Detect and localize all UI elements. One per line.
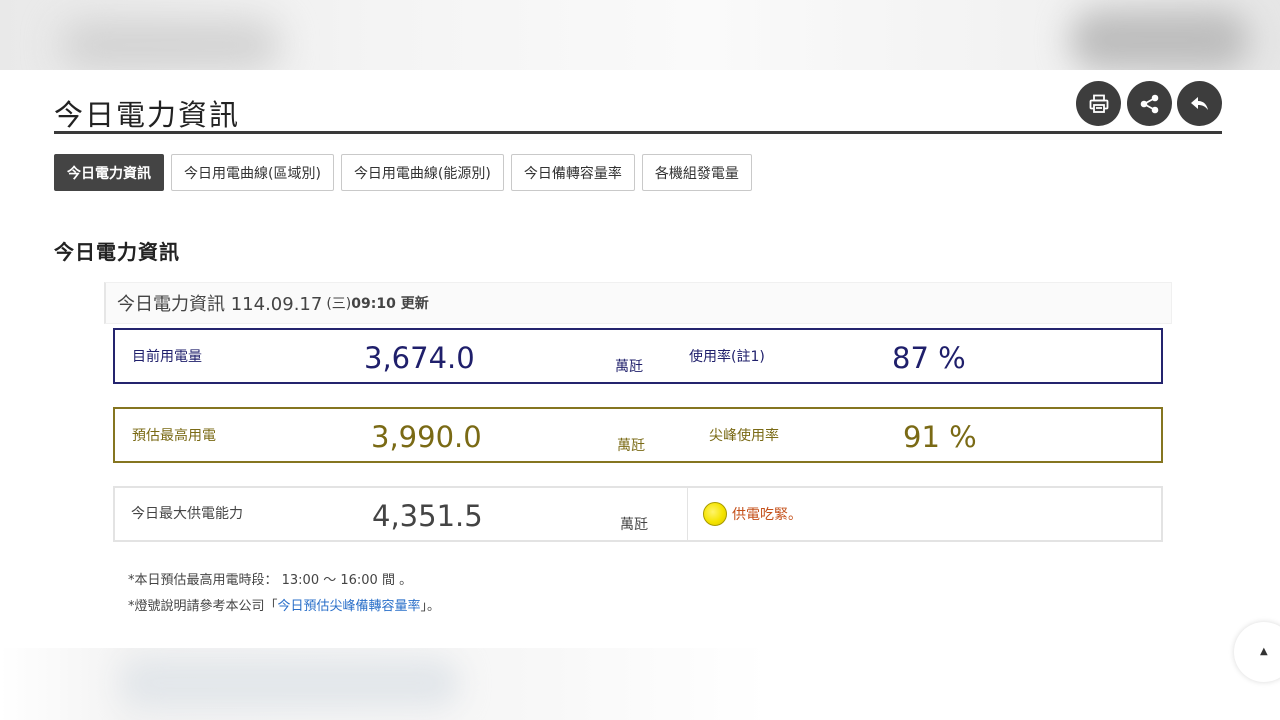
forecast-peak-value: 3,990.0: [371, 420, 482, 454]
tab-today-power-info[interactable]: 今日電力資訊: [54, 154, 164, 191]
peak-usage-rate-label: 尖峰使用率: [709, 428, 779, 444]
current-load-card: 目前用電量 3,674.0 萬瓩 使用率(註1) 87 %: [113, 328, 1163, 384]
usage-rate-value: 87 %: [892, 341, 966, 375]
tab-reserve-margin[interactable]: 今日備轉容量率: [510, 154, 635, 191]
print-button[interactable]: [1076, 81, 1121, 126]
share-button[interactable]: [1127, 81, 1172, 126]
back-arrow-icon: [1190, 96, 1208, 110]
title-divider: [54, 131, 1222, 134]
forecast-peak-unit: 萬瓩: [617, 438, 645, 454]
up-arrow-icon: ▲: [1260, 646, 1268, 657]
peak-period-note: *本日預估最高用電時段： 13:00 ～ 16:00 間 。: [128, 573, 413, 588]
tab-unit-generation[interactable]: 各機組發電量: [641, 154, 752, 191]
max-supply-card: 今日最大供電能力 4,351.5 萬瓩 供電吃緊。: [113, 486, 1163, 542]
forecast-peak-label: 預估最高用電: [132, 428, 216, 444]
section-title: 今日電力資訊: [54, 240, 180, 264]
share-icon: [1140, 94, 1158, 113]
current-load-value: 3,674.0: [364, 341, 475, 375]
tab-curve-by-region[interactable]: 今日用電曲線(區域別): [171, 154, 334, 191]
current-load-unit: 萬瓩: [615, 359, 643, 375]
current-load-label: 目前用電量: [132, 349, 202, 365]
usage-rate-label: 使用率(註1): [689, 349, 765, 365]
reserve-margin-link[interactable]: 今日預估尖峰備轉容量率: [278, 599, 421, 614]
back-button[interactable]: [1177, 81, 1222, 126]
update-date: 今日電力資訊 114.09.17: [117, 294, 323, 315]
light-explanation-note: *燈號說明請參考本公司「今日預估尖峰備轉容量率」。: [128, 599, 441, 614]
max-supply-unit: 萬瓩: [620, 517, 648, 533]
max-supply-label: 今日最大供電能力: [131, 506, 243, 522]
card-divider: [687, 488, 688, 540]
update-info-bar: 今日電力資訊 114.09.17 (三)09:10 更新: [104, 282, 1172, 324]
update-time: (三)09:10 更新: [326, 296, 429, 312]
forecast-peak-card: 預估最高用電 3,990.0 萬瓩 尖峰使用率 91 %: [113, 407, 1163, 463]
blurred-bottom-background: [0, 648, 1280, 720]
supply-status-light-icon: [703, 502, 727, 526]
printer-icon: [1089, 94, 1108, 113]
blurred-top-background: [0, 0, 1280, 70]
supply-status-text: 供電吃緊。: [732, 507, 802, 523]
page-title: 今日電力資訊: [54, 98, 241, 132]
tab-bar: 今日電力資訊 今日用電曲線(區域別) 今日用電曲線(能源別) 今日備轉容量率 各…: [54, 154, 752, 191]
peak-usage-rate-value: 91 %: [903, 420, 977, 454]
max-supply-value: 4,351.5: [372, 499, 483, 533]
tab-curve-by-energy[interactable]: 今日用電曲線(能源別): [340, 154, 504, 191]
